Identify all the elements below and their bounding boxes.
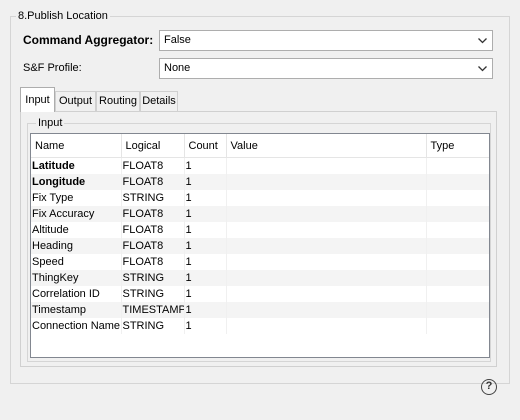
cell-logical: FLOAT8 xyxy=(121,222,185,238)
cell-count: 1 xyxy=(184,254,227,270)
cell-type xyxy=(426,190,489,206)
cell-type xyxy=(426,238,489,254)
command-aggregator-select[interactable]: False xyxy=(159,30,493,51)
cell-logical: FLOAT8 xyxy=(121,157,185,174)
cell-type xyxy=(426,254,489,270)
cell-type xyxy=(426,206,489,222)
cell-value xyxy=(226,254,427,270)
cell-type xyxy=(426,302,489,318)
table-row[interactable]: Timestamp TIMESTAMP 1 xyxy=(31,302,489,318)
input-group-title: Input xyxy=(36,117,65,129)
tab-output[interactable]: Output xyxy=(55,91,96,111)
cell-logical: FLOAT8 xyxy=(121,174,185,190)
column-header-logical[interactable]: Logical xyxy=(121,134,185,158)
cell-logical: STRING xyxy=(121,190,185,206)
cell-count: 1 xyxy=(184,238,227,254)
cell-name: Fix Type xyxy=(31,190,122,206)
command-aggregator-value: False xyxy=(164,34,191,46)
cell-name: Timestamp xyxy=(31,302,122,318)
cell-type xyxy=(426,318,489,334)
tab-input[interactable]: Input xyxy=(20,87,55,112)
cell-logical: TIMESTAMP xyxy=(121,302,185,318)
help-icon[interactable]: ? xyxy=(481,379,497,395)
cell-value xyxy=(226,302,427,318)
table-row[interactable]: Speed FLOAT8 1 xyxy=(31,254,489,270)
cell-count: 1 xyxy=(184,270,227,286)
cell-value xyxy=(226,238,427,254)
table-row[interactable]: Correlation ID STRING 1 xyxy=(31,286,489,302)
cell-count: 1 xyxy=(184,222,227,238)
cell-value xyxy=(226,206,427,222)
table-header-row: Name Logical Count Value Type xyxy=(31,134,489,158)
cell-logical: FLOAT8 xyxy=(121,206,185,222)
cell-count: 1 xyxy=(184,174,227,190)
table-row[interactable]: Fix Type STRING 1 xyxy=(31,190,489,206)
cell-name: Correlation ID xyxy=(31,286,122,302)
input-tab-panel: Input Name Logical Count Value Type Lati… xyxy=(20,111,497,367)
column-header-name[interactable]: Name xyxy=(31,134,122,158)
cell-name: Fix Accuracy xyxy=(31,206,122,222)
sf-profile-value: None xyxy=(164,62,191,74)
cell-name: Heading xyxy=(31,238,122,254)
command-aggregator-label: Command Aggregator: xyxy=(23,33,154,47)
input-parameters-table[interactable]: Name Logical Count Value Type Latitude FL… xyxy=(30,133,490,358)
cell-name: Speed xyxy=(31,254,122,270)
cell-logical: STRING xyxy=(121,270,185,286)
cell-logical: FLOAT8 xyxy=(121,238,185,254)
table-row[interactable]: Connection Name STRING 1 xyxy=(31,318,489,334)
column-header-count[interactable]: Count xyxy=(184,134,227,158)
cell-type xyxy=(426,157,489,174)
section-title: 8.Publish Location xyxy=(16,10,110,22)
cell-name: Longitude xyxy=(31,174,122,190)
cell-count: 1 xyxy=(184,157,227,174)
cell-name: Connection Name xyxy=(31,318,122,334)
cell-type xyxy=(426,286,489,302)
cell-count: 1 xyxy=(184,206,227,222)
cell-name: ThingKey xyxy=(31,270,122,286)
cell-value xyxy=(226,270,427,286)
tab-routing[interactable]: Routing xyxy=(96,91,140,111)
cell-count: 1 xyxy=(184,302,227,318)
cell-logical: STRING xyxy=(121,318,185,334)
table-row[interactable]: Longitude FLOAT8 1 xyxy=(31,174,489,190)
cell-type xyxy=(426,222,489,238)
table-row[interactable]: ThingKey STRING 1 xyxy=(31,270,489,286)
cell-count: 1 xyxy=(184,190,227,206)
cell-value xyxy=(226,190,427,206)
table-row[interactable]: Fix Accuracy FLOAT8 1 xyxy=(31,206,489,222)
cell-type xyxy=(426,174,489,190)
cell-logical: FLOAT8 xyxy=(121,254,185,270)
cell-name: Latitude xyxy=(31,157,122,174)
sf-profile-select[interactable]: None xyxy=(159,58,493,79)
chevron-down-icon xyxy=(476,31,488,50)
tab-details[interactable]: Details xyxy=(140,91,178,111)
input-group: Input Name Logical Count Value Type Lati… xyxy=(27,117,491,362)
cell-value xyxy=(226,286,427,302)
column-header-type[interactable]: Type xyxy=(426,134,489,158)
cell-value xyxy=(226,318,427,334)
cell-name: Altitude xyxy=(31,222,122,238)
cell-count: 1 xyxy=(184,318,227,334)
cell-type xyxy=(426,270,489,286)
table-row[interactable]: Altitude FLOAT8 1 xyxy=(31,222,489,238)
cell-value xyxy=(226,222,427,238)
sf-profile-label: S&F Profile: xyxy=(23,62,82,74)
column-header-value[interactable]: Value xyxy=(226,134,427,158)
chevron-down-icon xyxy=(476,59,488,78)
table-row[interactable]: Latitude FLOAT8 1 xyxy=(31,157,489,174)
table-row[interactable]: Heading FLOAT8 1 xyxy=(31,238,489,254)
cell-value xyxy=(226,174,427,190)
cell-count: 1 xyxy=(184,286,227,302)
cell-value xyxy=(226,157,427,174)
cell-logical: STRING xyxy=(121,286,185,302)
